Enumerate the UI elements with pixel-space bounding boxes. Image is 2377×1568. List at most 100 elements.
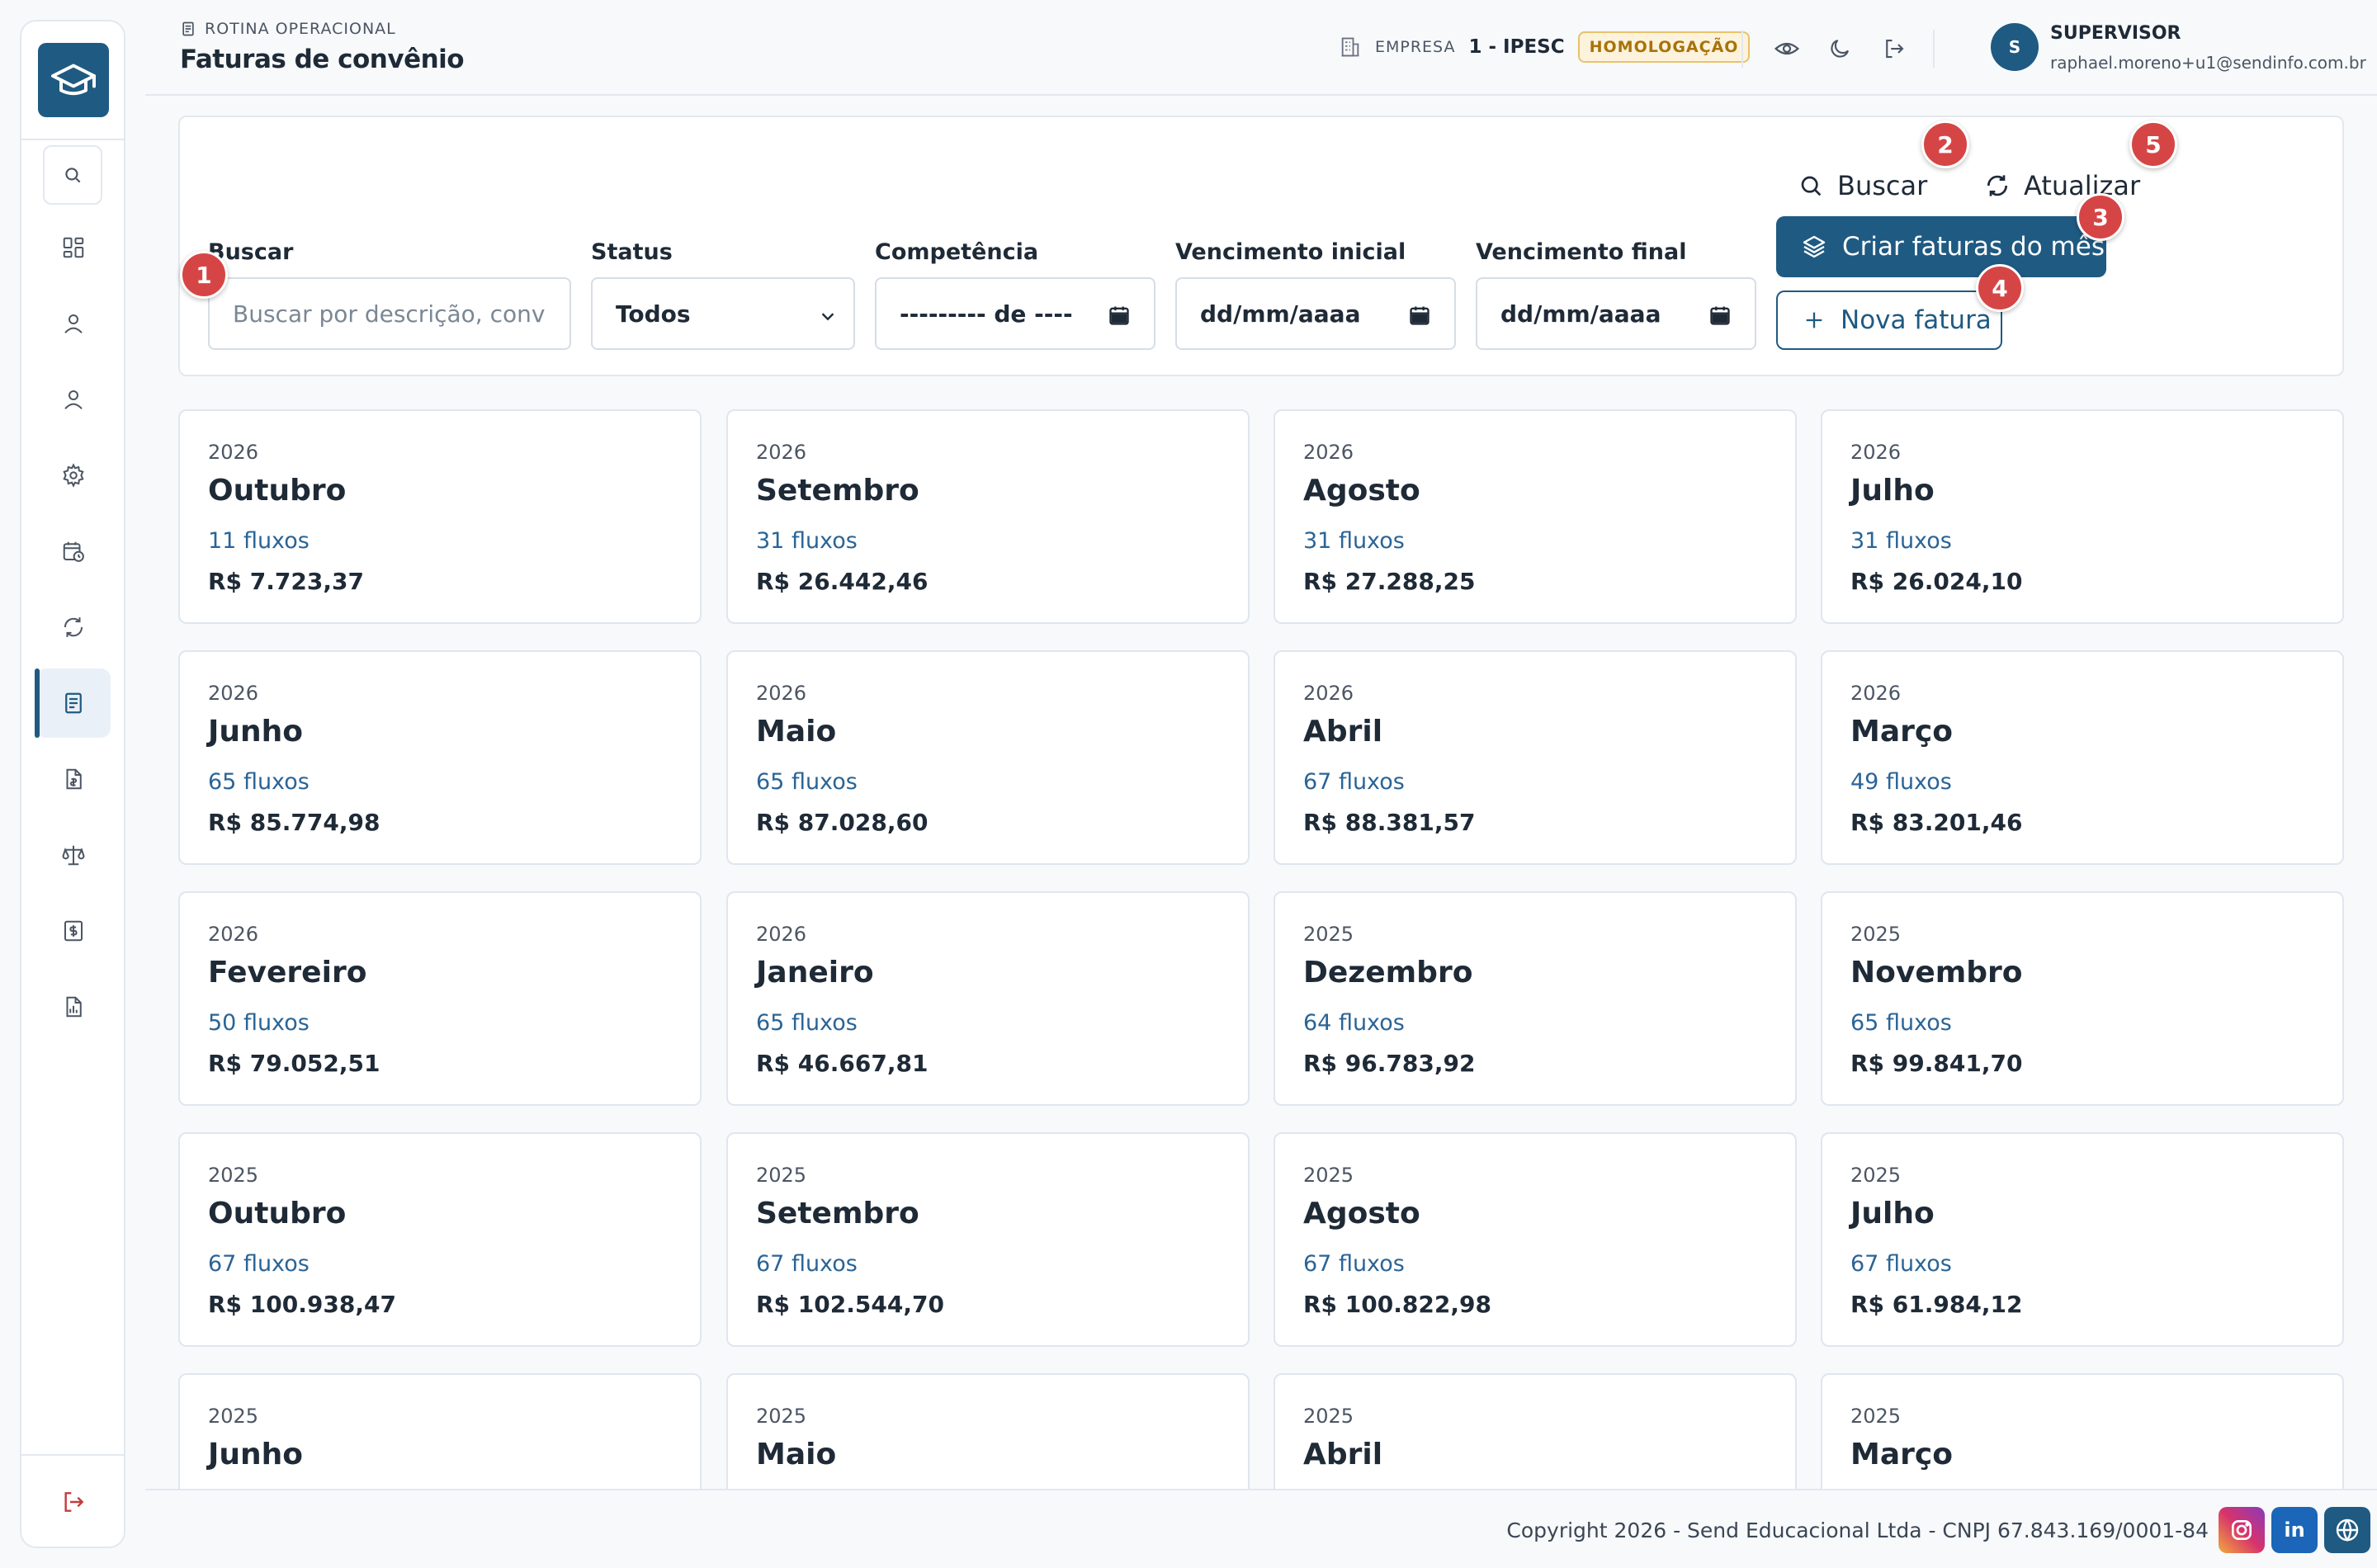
sidebar-item-users[interactable] (36, 289, 111, 358)
invoice-month-card[interactable]: 2025 Março (1821, 1373, 2344, 1489)
card-flow-count: 65 fluxos (1850, 1010, 1952, 1036)
invoice-month-card[interactable]: 2026 Março 49 fluxos R$ 83.201,46 (1821, 650, 2344, 865)
invoice-month-card[interactable]: 2026 Julho 31 fluxos R$ 26.024,10 (1821, 409, 2344, 624)
card-month: Outubro (208, 474, 347, 508)
search-input[interactable]: Buscar por descrição, conv (208, 277, 571, 350)
status-select-value: Todos (616, 300, 691, 328)
nova-fatura-button[interactable]: Nova fatura (1776, 290, 2002, 350)
vencimento-final-input[interactable]: dd/mm/aaaa (1476, 277, 1756, 350)
dollar-document-icon (64, 920, 83, 942)
logout-icon (1886, 39, 1904, 59)
invoice-month-card[interactable]: 2025 Outubro 67 fluxos R$ 100.938,47 (178, 1132, 702, 1347)
sidebar-item-schedule[interactable] (36, 517, 111, 586)
invoice-month-card[interactable]: 2026 Janeiro 65 fluxos R$ 46.667,81 (726, 891, 1250, 1106)
card-month: Abril (1303, 1438, 1383, 1471)
header-divider (1741, 30, 1743, 68)
status-label: Status (591, 239, 673, 265)
sidebar (20, 20, 125, 1548)
card-year: 2025 (1850, 1405, 1902, 1428)
search-icon (1801, 176, 1822, 196)
sidebar-search-button[interactable] (43, 145, 102, 205)
invoice-month-card[interactable]: 2025 Dezembro 64 fluxos R$ 96.783,92 (1274, 891, 1797, 1106)
linkedin-link[interactable]: in (2271, 1507, 2318, 1553)
sidebar-item-dashboard[interactable] (36, 213, 111, 282)
invoice-month-card[interactable]: 2025 Novembro 65 fluxos R$ 99.841,70 (1821, 891, 2344, 1106)
card-month: Julho (1850, 1197, 1935, 1230)
criar-faturas-button[interactable]: Criar faturas do mês (1776, 216, 2106, 277)
card-year: 2025 (208, 1405, 259, 1428)
invoice-month-card[interactable]: 2026 Outubro 11 fluxos R$ 7.723,37 (178, 409, 702, 624)
website-link[interactable] (2324, 1507, 2370, 1553)
competencia-input[interactable]: --------- de ---- (875, 277, 1155, 350)
card-amount: R$ 7.723,37 (208, 568, 364, 595)
card-month: Novembro (1850, 956, 2023, 989)
card-year: 2025 (756, 1164, 807, 1187)
theme-toggle-button[interactable] (1822, 31, 1857, 66)
breadcrumb-label: ROTINA OPERACIONAL (205, 20, 396, 38)
sidebar-item-reports[interactable] (36, 972, 111, 1041)
vencimento-final-label: Vencimento final (1476, 239, 1687, 265)
annotation-marker-3: 3 (2077, 193, 2124, 241)
sidebar-item-sync[interactable] (36, 593, 111, 662)
invoice-month-card[interactable]: 2026 Abril 67 fluxos R$ 88.381,57 (1274, 650, 1797, 865)
status-select[interactable]: Todos (591, 277, 855, 350)
card-year: 2026 (208, 923, 259, 946)
plus-icon (1806, 312, 1822, 328)
calendar-icon (1710, 306, 1730, 325)
card-year: 2025 (1303, 923, 1354, 946)
invoice-month-card[interactable]: 2025 Abril (1274, 1373, 1797, 1489)
card-flow-count: 31 fluxos (1303, 528, 1405, 554)
header-logout-button[interactable] (1877, 31, 1912, 66)
card-month: Agosto (1303, 1197, 1420, 1230)
report-icon (66, 996, 82, 1018)
company-label: EMPRESA (1375, 38, 1456, 56)
card-month: Janeiro (756, 956, 874, 989)
invoice-month-card[interactable]: 2026 Setembro 31 fluxos R$ 26.442,46 (726, 409, 1250, 624)
sidebar-item-legal[interactable] (36, 820, 111, 890)
invoice-month-card[interactable]: 2026 Maio 65 fluxos R$ 87.028,60 (726, 650, 1250, 865)
user-icon (64, 390, 83, 409)
invoice-month-card[interactable]: 2026 Agosto 31 fluxos R$ 27.288,25 (1274, 409, 1797, 624)
card-month: Fevereiro (208, 956, 367, 989)
invoice-month-card[interactable]: 2025 Agosto 67 fluxos R$ 100.822,98 (1274, 1132, 1797, 1347)
card-year: 2026 (1850, 441, 1902, 464)
top-header: ROTINA OPERACIONAL Faturas de convênio E… (145, 0, 2377, 96)
card-amount: R$ 61.984,12 (1850, 1291, 2023, 1318)
app-logo[interactable] (38, 43, 109, 117)
visibility-toggle-button[interactable] (1770, 31, 1804, 66)
card-flow-count: 49 fluxos (1850, 769, 1952, 795)
sidebar-item-billing[interactable] (36, 744, 111, 814)
instagram-link[interactable] (2219, 1507, 2265, 1553)
sidebar-item-finance[interactable] (36, 896, 111, 966)
card-month: Setembro (756, 474, 919, 508)
card-amount: R$ 79.052,51 (208, 1050, 380, 1077)
header-divider (1933, 30, 1935, 68)
vencimento-inicial-input[interactable]: dd/mm/aaaa (1175, 277, 1456, 350)
invoice-month-card[interactable]: 2026 Fevereiro 50 fluxos R$ 79.052,51 (178, 891, 702, 1106)
invoice-month-card[interactable]: 2025 Julho 67 fluxos R$ 61.984,12 (1821, 1132, 2344, 1347)
card-amount: R$ 26.442,46 (756, 568, 929, 595)
invoice-month-card[interactable]: 2025 Junho (178, 1373, 702, 1489)
company-selector[interactable]: EMPRESA 1 - IPESC HOMOLOGAÇÃO (1339, 31, 1751, 63)
card-flow-count: 67 fluxos (1303, 769, 1405, 795)
user-icon (64, 314, 83, 333)
annotation-marker-4: 4 (1976, 264, 2024, 312)
search-icon (65, 168, 81, 183)
sidebar-item-profiles[interactable] (36, 365, 111, 434)
buscar-button[interactable]: Buscar (1798, 157, 1927, 215)
sidebar-divider (21, 139, 124, 140)
avatar[interactable]: S (1991, 23, 2039, 71)
card-year: 2025 (1850, 923, 1902, 946)
sidebar-logout-button[interactable] (36, 1467, 111, 1537)
invoice-month-card[interactable]: 2025 Setembro 67 fluxos R$ 102.544,70 (726, 1132, 1250, 1347)
invoice-month-card[interactable]: 2026 Junho 65 fluxos R$ 85.774,98 (178, 650, 702, 865)
card-month: Abril (1303, 715, 1383, 749)
card-flow-count: 11 fluxos (208, 528, 310, 554)
card-month: Outubro (208, 1197, 347, 1230)
invoice-card-grid: 2026 Outubro 11 fluxos R$ 7.723,37 2026 Setem… (178, 409, 2344, 1489)
copyright-text: Copyright 2026 - Send Educacional Ltda -… (1506, 1518, 2209, 1542)
sidebar-item-settings[interactable] (36, 441, 111, 510)
card-month: Março (1850, 1438, 1953, 1471)
invoice-month-card[interactable]: 2025 Maio (726, 1373, 1250, 1489)
sidebar-item-invoices[interactable] (35, 668, 111, 738)
